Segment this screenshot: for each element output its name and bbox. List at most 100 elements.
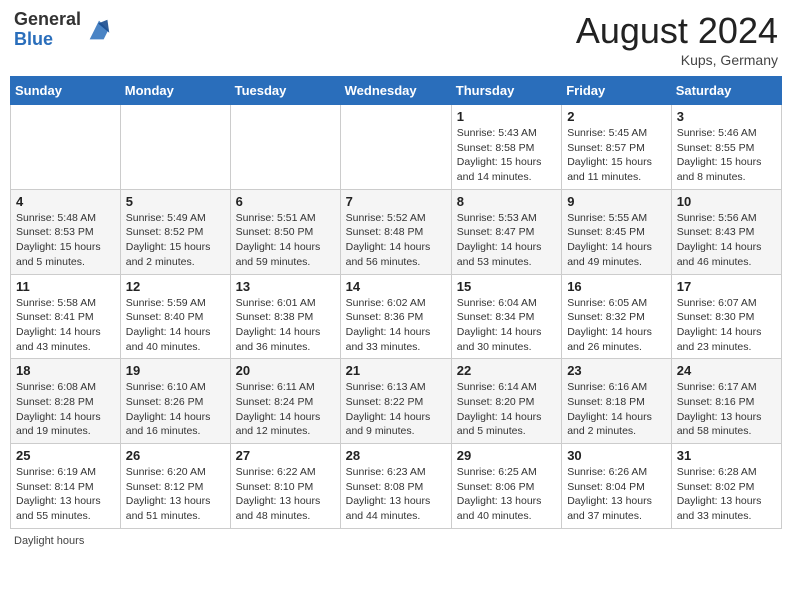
day-info: Sunrise: 5:45 AM Sunset: 8:57 PM Dayligh… xyxy=(567,126,666,185)
calendar-cell: 7 Sunrise: 5:52 AM Sunset: 8:48 PM Daylig… xyxy=(340,189,451,274)
day-info: Sunrise: 5:59 AM Sunset: 8:40 PM Dayligh… xyxy=(126,296,225,355)
day-number: 20 xyxy=(236,363,335,378)
day-number: 18 xyxy=(16,363,115,378)
calendar-cell: 1 Sunrise: 5:43 AM Sunset: 8:58 PM Daylig… xyxy=(451,105,561,190)
calendar-cell: 5 Sunrise: 5:49 AM Sunset: 8:52 PM Daylig… xyxy=(120,189,230,274)
day-info: Sunrise: 6:23 AM Sunset: 8:08 PM Dayligh… xyxy=(346,465,446,524)
day-number: 7 xyxy=(346,194,446,209)
title-block: August 2024 Kups, Germany xyxy=(576,10,778,68)
day-number: 8 xyxy=(457,194,556,209)
calendar-cell: 20 Sunrise: 6:11 AM Sunset: 8:24 PM Dayli… xyxy=(230,359,340,444)
calendar-cell: 12 Sunrise: 5:59 AM Sunset: 8:40 PM Dayli… xyxy=(120,274,230,359)
day-number: 22 xyxy=(457,363,556,378)
header-wednesday: Wednesday xyxy=(340,77,451,105)
day-info: Sunrise: 5:52 AM Sunset: 8:48 PM Dayligh… xyxy=(346,211,446,270)
calendar-cell: 27 Sunrise: 6:22 AM Sunset: 8:10 PM Dayli… xyxy=(230,444,340,529)
day-info: Sunrise: 5:51 AM Sunset: 8:50 PM Dayligh… xyxy=(236,211,335,270)
calendar-cell xyxy=(120,105,230,190)
day-number: 15 xyxy=(457,279,556,294)
header-sunday: Sunday xyxy=(11,77,121,105)
calendar-cell: 4 Sunrise: 5:48 AM Sunset: 8:53 PM Daylig… xyxy=(11,189,121,274)
day-number: 6 xyxy=(236,194,335,209)
logo-blue-text: Blue xyxy=(14,30,81,50)
calendar-week-4: 18 Sunrise: 6:08 AM Sunset: 8:28 PM Dayli… xyxy=(11,359,782,444)
day-number: 17 xyxy=(677,279,776,294)
day-number: 25 xyxy=(16,448,115,463)
day-info: Sunrise: 6:10 AM Sunset: 8:26 PM Dayligh… xyxy=(126,380,225,439)
day-number: 2 xyxy=(567,109,666,124)
footer-note: Daylight hours xyxy=(10,535,782,547)
day-info: Sunrise: 6:19 AM Sunset: 8:14 PM Dayligh… xyxy=(16,465,115,524)
day-info: Sunrise: 5:49 AM Sunset: 8:52 PM Dayligh… xyxy=(126,211,225,270)
calendar-cell: 10 Sunrise: 5:56 AM Sunset: 8:43 PM Dayli… xyxy=(671,189,781,274)
day-number: 10 xyxy=(677,194,776,209)
day-number: 3 xyxy=(677,109,776,124)
calendar-cell: 9 Sunrise: 5:55 AM Sunset: 8:45 PM Daylig… xyxy=(562,189,672,274)
day-number: 31 xyxy=(677,448,776,463)
calendar-table: SundayMondayTuesdayWednesdayThursdayFrid… xyxy=(10,76,782,529)
day-info: Sunrise: 6:26 AM Sunset: 8:04 PM Dayligh… xyxy=(567,465,666,524)
day-number: 26 xyxy=(126,448,225,463)
day-info: Sunrise: 5:46 AM Sunset: 8:55 PM Dayligh… xyxy=(677,126,776,185)
logo: General Blue xyxy=(14,10,113,50)
day-info: Sunrise: 6:22 AM Sunset: 8:10 PM Dayligh… xyxy=(236,465,335,524)
calendar-cell xyxy=(230,105,340,190)
day-number: 9 xyxy=(567,194,666,209)
day-info: Sunrise: 6:02 AM Sunset: 8:36 PM Dayligh… xyxy=(346,296,446,355)
header-tuesday: Tuesday xyxy=(230,77,340,105)
day-number: 30 xyxy=(567,448,666,463)
day-info: Sunrise: 5:53 AM Sunset: 8:47 PM Dayligh… xyxy=(457,211,556,270)
location-subtitle: Kups, Germany xyxy=(576,52,778,68)
calendar-cell: 18 Sunrise: 6:08 AM Sunset: 8:28 PM Dayli… xyxy=(11,359,121,444)
calendar-cell: 14 Sunrise: 6:02 AM Sunset: 8:36 PM Dayli… xyxy=(340,274,451,359)
day-number: 12 xyxy=(126,279,225,294)
calendar-week-1: 1 Sunrise: 5:43 AM Sunset: 8:58 PM Daylig… xyxy=(11,105,782,190)
day-number: 14 xyxy=(346,279,446,294)
calendar-cell: 16Sunrise: 6:05 AM Sunset: 8:32 PM Dayli… xyxy=(562,274,672,359)
calendar-cell: 29Sunrise: 6:25 AM Sunset: 8:06 PM Dayli… xyxy=(451,444,561,529)
day-number: 13 xyxy=(236,279,335,294)
calendar-cell: 23 Sunrise: 6:16 AM Sunset: 8:18 PM Dayli… xyxy=(562,359,672,444)
day-info: Sunrise: 6:16 AM Sunset: 8:18 PM Dayligh… xyxy=(567,380,666,439)
calendar-cell: 26 Sunrise: 6:20 AM Sunset: 8:12 PM Dayli… xyxy=(120,444,230,529)
calendar-cell xyxy=(11,105,121,190)
calendar-cell: 22 Sunrise: 6:14 AM Sunset: 8:20 PM Dayli… xyxy=(451,359,561,444)
calendar-cell: 25 Sunrise: 6:19 AM Sunset: 8:14 PM Dayli… xyxy=(11,444,121,529)
header-thursday: Thursday xyxy=(451,77,561,105)
calendar-week-2: 4 Sunrise: 5:48 AM Sunset: 8:53 PM Daylig… xyxy=(11,189,782,274)
day-info: Sunrise: 6:20 AM Sunset: 8:12 PM Dayligh… xyxy=(126,465,225,524)
logo-general-text: General xyxy=(14,10,81,30)
calendar-cell: 8 Sunrise: 5:53 AM Sunset: 8:47 PM Daylig… xyxy=(451,189,561,274)
day-info: Sunrise: 6:11 AM Sunset: 8:24 PM Dayligh… xyxy=(236,380,335,439)
page-header: General Blue August 2024 Kups, Germany xyxy=(10,10,782,68)
day-info: Sunrise: 6:14 AM Sunset: 8:20 PM Dayligh… xyxy=(457,380,556,439)
day-number: 23 xyxy=(567,363,666,378)
day-info: Sunrise: 6:28 AM Sunset: 8:02 PM Dayligh… xyxy=(677,465,776,524)
calendar-cell: 2 Sunrise: 5:45 AM Sunset: 8:57 PM Daylig… xyxy=(562,105,672,190)
day-number: 1 xyxy=(457,109,556,124)
calendar-cell xyxy=(340,105,451,190)
header-saturday: Saturday xyxy=(671,77,781,105)
calendar-week-3: 11Sunrise: 5:58 AM Sunset: 8:41 PM Dayli… xyxy=(11,274,782,359)
calendar-cell: 6 Sunrise: 5:51 AM Sunset: 8:50 PM Daylig… xyxy=(230,189,340,274)
day-info: Sunrise: 5:48 AM Sunset: 8:53 PM Dayligh… xyxy=(16,211,115,270)
day-number: 11 xyxy=(16,279,115,294)
day-info: Sunrise: 6:08 AM Sunset: 8:28 PM Dayligh… xyxy=(16,380,115,439)
day-info: Sunrise: 5:43 AM Sunset: 8:58 PM Dayligh… xyxy=(457,126,556,185)
day-info: Sunrise: 5:55 AM Sunset: 8:45 PM Dayligh… xyxy=(567,211,666,270)
footer-text: Daylight hours xyxy=(14,535,84,547)
calendar-cell: 11Sunrise: 5:58 AM Sunset: 8:41 PM Dayli… xyxy=(11,274,121,359)
day-info: Sunrise: 5:56 AM Sunset: 8:43 PM Dayligh… xyxy=(677,211,776,270)
month-year-title: August 2024 xyxy=(576,10,778,52)
calendar-week-5: 25 Sunrise: 6:19 AM Sunset: 8:14 PM Dayli… xyxy=(11,444,782,529)
day-info: Sunrise: 6:04 AM Sunset: 8:34 PM Dayligh… xyxy=(457,296,556,355)
day-info: Sunrise: 6:25 AM Sunset: 8:06 PM Dayligh… xyxy=(457,465,556,524)
day-number: 5 xyxy=(126,194,225,209)
calendar-cell: 31 Sunrise: 6:28 AM Sunset: 8:02 PM Dayli… xyxy=(671,444,781,529)
calendar-cell: 30 Sunrise: 6:26 AM Sunset: 8:04 PM Dayli… xyxy=(562,444,672,529)
day-info: Sunrise: 6:07 AM Sunset: 8:30 PM Dayligh… xyxy=(677,296,776,355)
day-number: 27 xyxy=(236,448,335,463)
calendar-header-row: SundayMondayTuesdayWednesdayThursdayFrid… xyxy=(11,77,782,105)
day-number: 4 xyxy=(16,194,115,209)
header-monday: Monday xyxy=(120,77,230,105)
